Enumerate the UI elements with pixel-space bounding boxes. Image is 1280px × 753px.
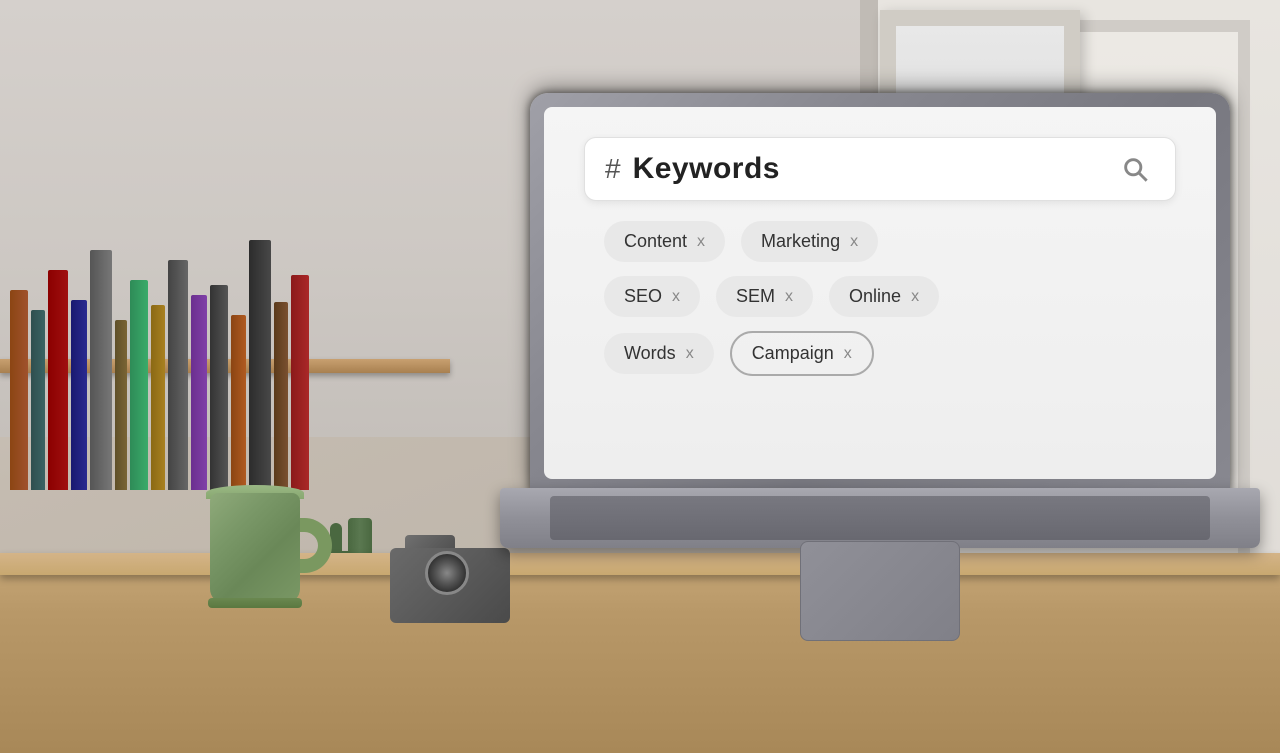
laptop: # Keywords <box>500 133 1260 653</box>
laptop-touchpad[interactable] <box>800 541 960 641</box>
tag-online-label: Online <box>849 286 901 307</box>
tag-content[interactable]: Content x <box>604 221 725 262</box>
books-row <box>0 60 440 490</box>
tag-content-label: Content <box>624 231 687 252</box>
laptop-keyboard <box>550 496 1210 540</box>
tag-online[interactable]: Online x <box>829 276 939 317</box>
tags-row-2: SEO x SEM x Online x <box>604 276 1156 317</box>
tag-sem-close[interactable]: x <box>785 288 793 306</box>
book-9 <box>168 260 188 490</box>
tag-sem-label: SEM <box>736 286 775 307</box>
tag-words-close[interactable]: x <box>686 345 694 363</box>
camera-lens <box>425 551 469 595</box>
mug-body <box>210 493 300 603</box>
tag-content-close[interactable]: x <box>697 233 705 251</box>
tag-campaign-label: Campaign <box>752 343 834 364</box>
laptop-screen: # Keywords <box>544 107 1216 479</box>
search-bar[interactable]: # Keywords <box>584 137 1176 201</box>
tag-marketing-label: Marketing <box>761 231 840 252</box>
book-3 <box>48 270 68 490</box>
laptop-base <box>500 488 1260 548</box>
book-5 <box>90 250 112 490</box>
book-8 <box>151 305 165 490</box>
search-icon-button[interactable] <box>1115 149 1155 189</box>
tag-seo-close[interactable]: x <box>672 288 680 306</box>
tag-seo[interactable]: SEO x <box>604 276 700 317</box>
laptop-screen-content: # Keywords <box>544 107 1216 479</box>
tag-campaign-close[interactable]: x <box>844 345 852 363</box>
tags-area: Content x Marketing x SEO <box>584 221 1176 376</box>
tag-words[interactable]: Words x <box>604 333 714 374</box>
tag-seo-label: SEO <box>624 286 662 307</box>
search-keywords-text: Keywords <box>633 152 1103 186</box>
book-6 <box>115 320 127 490</box>
scene: # Keywords <box>0 0 1280 753</box>
tags-row-3: Words x Campaign x <box>604 331 1156 376</box>
book-1 <box>10 290 28 490</box>
mug-base <box>208 598 302 608</box>
tag-marketing[interactable]: Marketing x <box>741 221 878 262</box>
tag-online-close[interactable]: x <box>911 288 919 306</box>
book-4 <box>71 300 87 490</box>
search-icon <box>1121 155 1149 183</box>
mug <box>200 443 320 603</box>
tag-campaign[interactable]: Campaign x <box>730 331 874 376</box>
tag-marketing-close[interactable]: x <box>850 233 858 251</box>
laptop-screen-housing: # Keywords <box>530 93 1230 493</box>
book-7 <box>130 280 148 490</box>
tag-sem[interactable]: SEM x <box>716 276 813 317</box>
hash-symbol: # <box>605 155 621 183</box>
camera-body <box>390 548 510 623</box>
tags-row-1: Content x Marketing x <box>604 221 1156 262</box>
tag-words-label: Words <box>624 343 676 364</box>
book-2 <box>31 310 45 490</box>
